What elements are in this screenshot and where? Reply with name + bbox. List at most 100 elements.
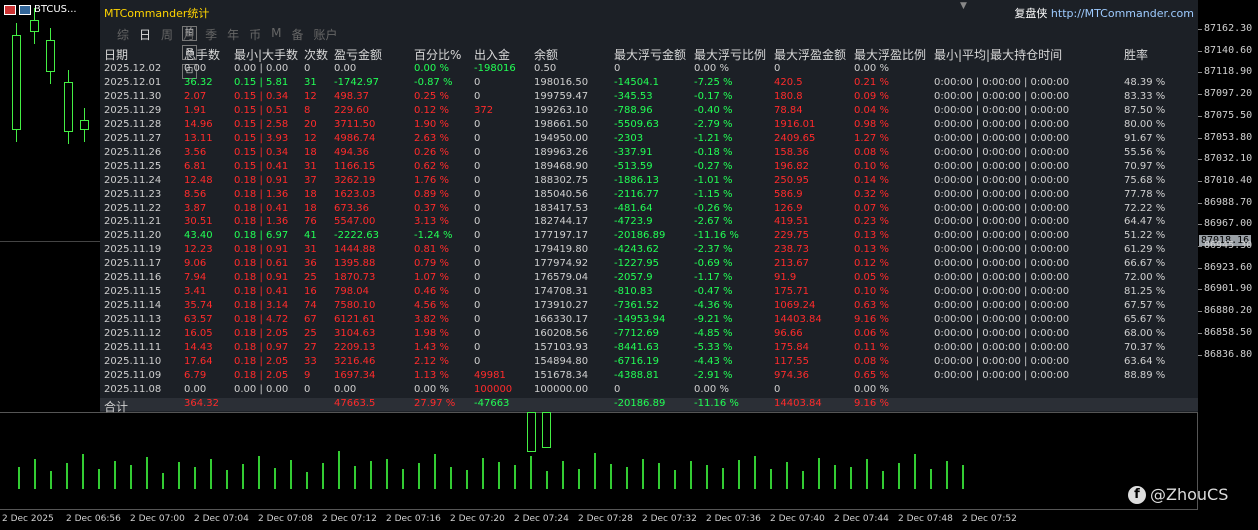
tab-4[interactable]: 季 [204,26,218,43]
table-cell: 2409.65 [774,132,816,144]
table-cell: 2.07 [184,90,207,102]
volume-bar [178,462,180,489]
price-label: 87118.90 [1204,66,1253,78]
table-cell: 0 [474,230,481,242]
table-cell: -4.85 % [694,328,733,340]
table-cell: 0.00 % [694,63,729,74]
price-tick [1198,354,1202,356]
table-cell: -5509.63 [614,118,659,130]
tab-0[interactable]: 综 [116,26,130,43]
table-cell: 6.79 [184,369,207,381]
volume-bar [626,467,628,489]
table-cell: -1886.13 [614,174,659,186]
watermark-text: @ZhouCS [1150,485,1229,504]
table-cell: 1166.15 [334,160,376,172]
brand-url[interactable]: http://MTCommander.com [1051,7,1194,20]
volume-bar [514,465,516,489]
table-cell: 586.9 [774,188,803,200]
time-label: 2 Dec 2025 [2,514,54,524]
tab-8[interactable]: 备 [290,26,304,43]
table-cell: 49981 [474,369,506,381]
tab-2[interactable]: 周 [160,26,174,43]
table-row: 2025.11.09 6.79 0.18 | 2.05 9 1697.34 1.13 % 4… [100,370,1198,384]
table-cell: 18 [304,146,317,158]
table-cell: -0.69 % [694,258,733,270]
table-cell: 3711.50 [334,118,376,130]
total-cell: 合计 [104,399,129,414]
total-cell: -20186.89 [614,397,666,409]
table-cell: 185040.56 [534,188,589,200]
panel-header: MTCommander统计 ▼ 复盘侠 http://MTCommander.c… [100,0,1198,22]
table-cell: -1.17 % [694,272,733,284]
volume-bar [370,461,372,489]
table-cell: 0 [474,328,481,340]
table-cell: 16 [304,286,317,298]
price-tick [1198,94,1202,96]
volume-bar [594,453,596,489]
time-label: 2 Dec 07:20 [450,514,505,524]
table-cell: 2025.11.13 [104,314,162,326]
price-label: 87075.50 [1204,109,1253,121]
header-cell: 最大浮盈比例 [854,48,927,62]
volume-bar [226,470,228,489]
collapse-arrow-icon[interactable]: ▼ [960,1,967,11]
table-cell: 14.43 [184,342,213,353]
volume-bar [274,468,276,489]
volume-bar [962,465,964,489]
table-cell: 12.23 [184,244,213,256]
volume-bar [530,456,532,489]
table-cell: -2116.77 [614,188,659,200]
table-cell: 0.18 | 3.14 [234,300,289,312]
table-cell: 188302.75 [534,174,589,186]
table-cell: -2.91 % [694,369,733,381]
price-label: 86988.70 [1204,196,1253,208]
table-cell: 199759.47 [534,90,589,102]
total-cell: 9.16 % [854,397,889,409]
table-cell: 2025.11.24 [104,174,162,186]
panel-brand[interactable]: 复盘侠 http://MTCommander.com [1014,5,1194,21]
header-cell: 最大浮盈金额 [774,48,847,62]
table-row: 2025.11.29 1.91 0.15 | 0.51 8 229.60 0.12 % 37… [100,105,1198,119]
candle [80,120,89,130]
table-cell: -0.87 % [414,76,453,88]
table-cell: 0.18 | 0.61 [234,258,289,270]
table-cell: 0.63 % [854,300,889,312]
table-cell: 43.40 [184,230,213,242]
panel-title: MTCommander统计 [104,7,210,20]
volume-bar [738,460,740,489]
tab-5[interactable]: 年 [226,26,240,43]
volume-bar [866,459,868,489]
table-cell: 0.13 % [854,230,889,242]
volume-bar [354,466,356,489]
volume-bar [82,454,84,489]
tab-3[interactable]: 月 [182,26,196,43]
price-label: 86836.80 [1204,348,1253,360]
tab-7[interactable]: M [270,26,282,43]
volume-bar [450,467,452,489]
table-cell: 1.98 % [414,328,449,340]
tab-9[interactable]: 账户 [312,26,338,43]
volume-bar [498,462,500,489]
tab-1[interactable]: 日 [138,26,152,43]
table-cell: 1.91 [184,104,207,116]
table-cell: 0.15 | 0.41 [234,160,289,172]
table-cell: 183417.53 [534,202,589,214]
volume-bar [770,469,772,489]
table-cell: 0:00:00 | 0:00:00 | 0:00:00 [934,188,1070,200]
table-cell: 67 [304,314,317,326]
table-cell: 158.36 [774,146,809,158]
table-cell: 0.18 | 0.91 [234,244,289,256]
table-cell: 229.60 [334,104,369,116]
table-cell: 179419.80 [534,244,589,256]
table-cell: 0:00:00 | 0:00:00 | 0:00:00 [934,244,1070,256]
table-cell: 0 [474,118,481,130]
tab-6[interactable]: 币 [248,26,262,43]
table-cell: 0.05 % [854,272,889,284]
table-cell: 673.36 [334,202,369,214]
table-cell: 2025.11.17 [104,258,162,270]
table-cell: 229.75 [774,230,809,242]
time-label: 2 Dec 07:12 [322,514,377,524]
chart-area[interactable]: BTCUS... MTCommander统计 ▼ 复盘侠 http://MTCo… [0,0,1198,510]
table-cell: 61.29 % [1124,244,1166,256]
time-label: 2 Dec 07:28 [578,514,633,524]
